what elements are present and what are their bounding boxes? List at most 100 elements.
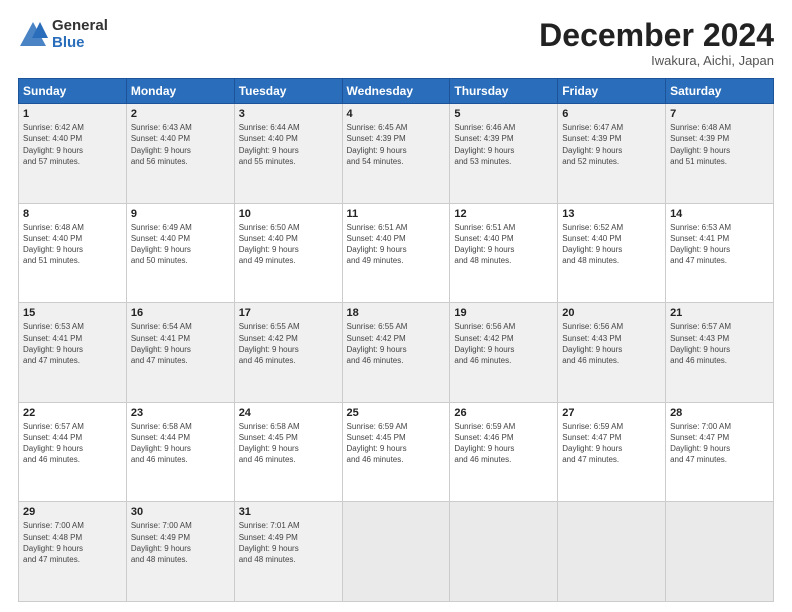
day-number: 27 [562,407,661,419]
day-number: 8 [23,208,122,220]
day-number: 3 [239,108,338,120]
day-info: Sunrise: 6:44 AM Sunset: 4:40 PM Dayligh… [239,122,338,167]
table-row: 18Sunrise: 6:55 AM Sunset: 4:42 PM Dayli… [342,303,450,403]
calendar-row: 22 Sunrise: 6:57 AM Sunset: 4:44 PM Dayli… [19,402,774,502]
day-number: 1 [23,108,122,120]
day-number: 22 [23,407,122,419]
col-wednesday: Wednesday [342,79,450,104]
table-row: 16 Sunrise: 6:54 AM Sunset: 4:41 PM Dayli… [126,303,234,403]
day-number: 23 [131,407,230,419]
day-number: 25 [347,407,446,419]
day-number: 31 [239,506,338,518]
calendar-row: 29 Sunrise: 7:00 AM Sunset: 4:48 PM Dayli… [19,502,774,602]
day-number: 16 [131,307,230,319]
col-friday: Friday [558,79,666,104]
day-number: 4 [347,108,446,120]
table-row [558,502,666,602]
day-info: Sunrise: 6:57 AM Sunset: 4:44 PM Dayligh… [23,421,122,466]
day-number: 11 [347,208,446,220]
table-row: 1Sunrise: 6:42 AM Sunset: 4:40 PM Daylig… [19,104,127,204]
table-row: 3 Sunrise: 6:44 AM Sunset: 4:40 PM Daylig… [234,104,342,204]
day-info: Sunrise: 6:56 AM Sunset: 4:43 PM Dayligh… [562,321,661,366]
day-number: 7 [670,108,769,120]
day-info: Sunrise: 6:43 AM Sunset: 4:40 PM Dayligh… [131,122,230,167]
day-info: Sunrise: 6:46 AM Sunset: 4:39 PM Dayligh… [454,122,553,167]
logo-icon [18,20,48,50]
day-number: 15 [23,307,122,319]
day-info: Sunrise: 6:51 AM Sunset: 4:40 PM Dayligh… [454,222,553,267]
table-row: 5 Sunrise: 6:46 AM Sunset: 4:39 PM Daylig… [450,104,558,204]
day-number: 14 [670,208,769,220]
day-info: Sunrise: 6:57 AM Sunset: 4:43 PM Dayligh… [670,321,769,366]
day-info: Sunrise: 6:51 AM Sunset: 4:40 PM Dayligh… [347,222,446,267]
calendar-row: 8 Sunrise: 6:48 AM Sunset: 4:40 PM Daylig… [19,203,774,303]
day-info: Sunrise: 7:01 AM Sunset: 4:49 PM Dayligh… [239,520,338,565]
day-number: 20 [562,307,661,319]
header-row: Sunday Monday Tuesday Wednesday Thursday… [19,79,774,104]
table-row: 9Sunrise: 6:49 AM Sunset: 4:40 PM Daylig… [126,203,234,303]
day-info: Sunrise: 6:48 AM Sunset: 4:40 PM Dayligh… [23,222,122,267]
table-row [450,502,558,602]
table-row: 20 Sunrise: 6:56 AM Sunset: 4:43 PM Dayli… [558,303,666,403]
col-thursday: Thursday [450,79,558,104]
day-number: 10 [239,208,338,220]
logo-general: General [52,18,108,35]
calendar-row: 1Sunrise: 6:42 AM Sunset: 4:40 PM Daylig… [19,104,774,204]
table-row: 4 Sunrise: 6:45 AM Sunset: 4:39 PM Daylig… [342,104,450,204]
table-row: 6 Sunrise: 6:47 AM Sunset: 4:39 PM Daylig… [558,104,666,204]
day-info: Sunrise: 6:49 AM Sunset: 4:40 PM Dayligh… [131,222,230,267]
table-row: 24Sunrise: 6:58 AM Sunset: 4:45 PM Dayli… [234,402,342,502]
table-row: 19 Sunrise: 6:56 AM Sunset: 4:42 PM Dayli… [450,303,558,403]
location-subtitle: Iwakura, Aichi, Japan [539,53,774,68]
day-number: 17 [239,307,338,319]
day-info: Sunrise: 6:52 AM Sunset: 4:40 PM Dayligh… [562,222,661,267]
day-number: 28 [670,407,769,419]
day-number: 26 [454,407,553,419]
day-info: Sunrise: 6:48 AM Sunset: 4:39 PM Dayligh… [670,122,769,167]
logo: General Blue [18,18,108,51]
table-row [342,502,450,602]
day-info: Sunrise: 7:00 AM Sunset: 4:49 PM Dayligh… [131,520,230,565]
table-row: 27Sunrise: 6:59 AM Sunset: 4:47 PM Dayli… [558,402,666,502]
table-row: 14Sunrise: 6:53 AM Sunset: 4:41 PM Dayli… [666,203,774,303]
table-row: 7 Sunrise: 6:48 AM Sunset: 4:39 PM Daylig… [666,104,774,204]
page: General Blue December 2024 Iwakura, Aich… [0,0,792,612]
month-title: December 2024 [539,18,774,53]
day-number: 5 [454,108,553,120]
day-info: Sunrise: 7:00 AM Sunset: 4:47 PM Dayligh… [670,421,769,466]
day-number: 2 [131,108,230,120]
col-tuesday: Tuesday [234,79,342,104]
table-row: 15Sunrise: 6:53 AM Sunset: 4:41 PM Dayli… [19,303,127,403]
day-number: 24 [239,407,338,419]
table-row: 13 Sunrise: 6:52 AM Sunset: 4:40 PM Dayli… [558,203,666,303]
table-row [666,502,774,602]
table-row: 8 Sunrise: 6:48 AM Sunset: 4:40 PM Daylig… [19,203,127,303]
table-row: 25Sunrise: 6:59 AM Sunset: 4:45 PM Dayli… [342,402,450,502]
table-row: 29 Sunrise: 7:00 AM Sunset: 4:48 PM Dayli… [19,502,127,602]
day-info: Sunrise: 6:54 AM Sunset: 4:41 PM Dayligh… [131,321,230,366]
day-number: 19 [454,307,553,319]
day-info: Sunrise: 6:58 AM Sunset: 4:44 PM Dayligh… [131,421,230,466]
table-row: 21 Sunrise: 6:57 AM Sunset: 4:43 PM Dayli… [666,303,774,403]
day-number: 21 [670,307,769,319]
day-number: 29 [23,506,122,518]
calendar-table: Sunday Monday Tuesday Wednesday Thursday… [18,78,774,602]
day-info: Sunrise: 6:55 AM Sunset: 4:42 PM Dayligh… [239,321,338,366]
logo-text: General Blue [52,18,108,51]
table-row: 26Sunrise: 6:59 AM Sunset: 4:46 PM Dayli… [450,402,558,502]
table-row: 2 Sunrise: 6:43 AM Sunset: 4:40 PM Daylig… [126,104,234,204]
day-number: 30 [131,506,230,518]
day-info: Sunrise: 6:55 AM Sunset: 4:42 PM Dayligh… [347,321,446,366]
day-number: 13 [562,208,661,220]
day-info: Sunrise: 6:45 AM Sunset: 4:39 PM Dayligh… [347,122,446,167]
title-block: December 2024 Iwakura, Aichi, Japan [539,18,774,68]
table-row: 17 Sunrise: 6:55 AM Sunset: 4:42 PM Dayli… [234,303,342,403]
day-info: Sunrise: 7:00 AM Sunset: 4:48 PM Dayligh… [23,520,122,565]
header: General Blue December 2024 Iwakura, Aich… [18,18,774,68]
calendar-row: 15Sunrise: 6:53 AM Sunset: 4:41 PM Dayli… [19,303,774,403]
day-info: Sunrise: 6:47 AM Sunset: 4:39 PM Dayligh… [562,122,661,167]
day-number: 6 [562,108,661,120]
col-monday: Monday [126,79,234,104]
day-info: Sunrise: 6:50 AM Sunset: 4:40 PM Dayligh… [239,222,338,267]
day-info: Sunrise: 6:56 AM Sunset: 4:42 PM Dayligh… [454,321,553,366]
